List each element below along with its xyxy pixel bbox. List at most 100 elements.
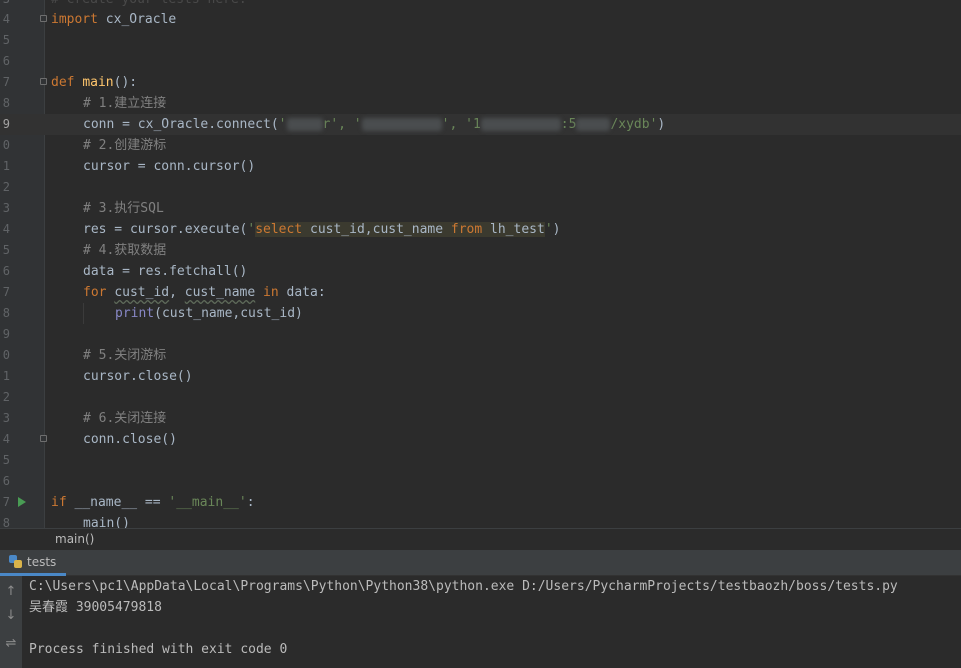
string-literal: ' [544,222,553,237]
line-number: 1 [2,159,10,173]
line-number: 1 [2,369,10,383]
string-literal: ', '1 [441,117,481,132]
redacted-port [576,118,611,131]
python-file-icon [9,555,22,568]
line-number: 3 [2,201,10,215]
code-comment: # 1.建立连接 [83,96,167,111]
code-line[interactable]: 8 # 1.建立连接 [0,93,961,114]
code-line[interactable]: 2 [0,177,961,198]
code-fragment: __name__ == [66,495,169,510]
code-line[interactable]: 6 [0,471,961,492]
code-line[interactable]: 1 cursor = conn.cursor() [0,156,961,177]
breadcrumb: main() [0,528,961,550]
indent-guide [83,303,84,324]
line-number: 3 [2,411,10,425]
code-line[interactable]: 8 main() [0,513,961,528]
fold-marker-icon[interactable] [40,78,47,85]
code-line[interactable]: 6 [0,51,961,72]
code-fragment: conn = cx_Oracle.connect( [83,117,279,132]
run-panel-header: tests [0,550,961,576]
code-text: data = res.fetchall() [83,264,248,279]
line-number: 0 [2,138,10,152]
run-tab-tests[interactable]: tests [0,550,67,576]
line-number: 9 [2,327,10,341]
code-line[interactable]: 5 [0,30,961,51]
breadcrumb-item[interactable]: main() [55,532,94,546]
run-triangle-icon[interactable] [18,497,26,507]
sql-keyword: select [255,222,303,237]
line-number: 4 [2,432,10,446]
string-literal: ' [278,117,287,132]
line-number: 2 [2,180,10,194]
builtin-function: print [115,306,155,321]
code-comment: # 6.关闭连接 [83,411,167,426]
code-text: res = cursor.execute( ' select cust_id,cus… [83,219,560,240]
code-line[interactable]: 9 [0,324,961,345]
code-line[interactable]: 7 if __name__ == '__main__': [0,492,961,513]
line-number: 7 [2,75,10,89]
line-number: 7 [2,495,10,509]
line-number: 5 [2,243,10,257]
fold-marker-icon[interactable] [40,15,47,22]
sql-columns: cust_id,cust_name [302,222,451,237]
code-fragment: ) [552,222,561,237]
soft-wrap-icon[interactable]: ⇌ [0,634,22,654]
line-number: 5 [2,453,10,467]
code-line[interactable]: 3 # 6.关闭连接 [0,408,961,429]
code-line[interactable]: 0 # 5.关闭游标 [0,345,961,366]
string-literal: '__main__' [168,495,247,510]
code-line[interactable]: 1 cursor.close() [0,366,961,387]
code-text: for cust_id, cust_name in data: [83,282,326,303]
console-line: Process finished with exit code 0 [29,642,288,657]
code-fragment: (): [113,75,138,90]
code-comment: # 5.关闭游标 [83,348,167,363]
code-line-current[interactable]: 9 conn = cx_Oracle.connect(' r', ' ', '1:5… [0,114,961,135]
redacted-password [361,118,442,131]
line-number: 4 [2,222,10,236]
code-line[interactable]: 2 [0,387,961,408]
code-line[interactable]: 5 # 4.获取数据 [0,240,961,261]
code-text: conn = cx_Oracle.connect(' r', ' ', '1:5/x… [83,114,665,135]
code-editor[interactable]: 3 # create your tests here. 4 import cx_… [0,0,961,528]
code-line[interactable]: 5 [0,450,961,471]
console-output[interactable]: C:\Users\pc1\AppData\Local\Programs\Pyth… [29,576,961,660]
code-line[interactable]: 4 res = cursor.execute( ' select cust_id,c… [0,219,961,240]
run-tab-label: tests [27,554,57,569]
code-line[interactable]: 8 print(cust_name,cust_id) [0,303,961,324]
code-text: print(cust_name,cust_id) [115,303,303,324]
string-literal: r', ' [322,117,362,132]
line-number: 2 [2,390,10,404]
code-text: cursor = conn.cursor() [83,159,256,174]
code-text: conn.close() [83,432,177,447]
code-line[interactable]: 0 # 2.创建游标 [0,135,961,156]
string-literal: :5 [560,117,577,132]
keyword: def [51,75,75,90]
code-line[interactable]: 6 data = res.fetchall() [0,261,961,282]
arrow-down-icon[interactable]: ↓ [0,606,22,626]
code-line[interactable]: 4 conn.close() [0,429,961,450]
arrow-up-icon[interactable]: ↑ [0,582,22,602]
keyword: import [51,12,98,27]
code-line[interactable]: 7 for cust_id, cust_name in data: [0,282,961,303]
code-fragment: cx_Oracle [97,12,177,27]
console-line: 吴春霞 39005479818 [29,600,162,615]
loop-variable: cust_id [114,285,170,300]
sql-keyword: from [450,222,483,237]
run-panel: tests ↑ ↓ ⇌ C:\Users\pc1\AppData\Local\P… [0,550,961,668]
line-number: 7 [2,285,10,299]
code-line[interactable]: 3 # 3.执行SQL [0,198,961,219]
code-text: def main(): [51,72,137,93]
run-toolbar: ↑ ↓ ⇌ [0,576,22,668]
code-line[interactable]: 4 import cx_Oracle [0,9,961,30]
function-name: main [82,75,114,90]
code-text: if __name__ == '__main__': [51,492,255,513]
code-line[interactable]: 7 def main(): [0,72,961,93]
code-fragment: res = cursor.execute( [83,222,248,237]
redacted-host [480,118,561,131]
line-number: 6 [2,264,10,278]
code-fragment: : [246,495,255,510]
redacted-user [286,118,323,131]
sql-table: lh_test [482,222,545,237]
fold-marker-icon[interactable] [40,435,47,442]
